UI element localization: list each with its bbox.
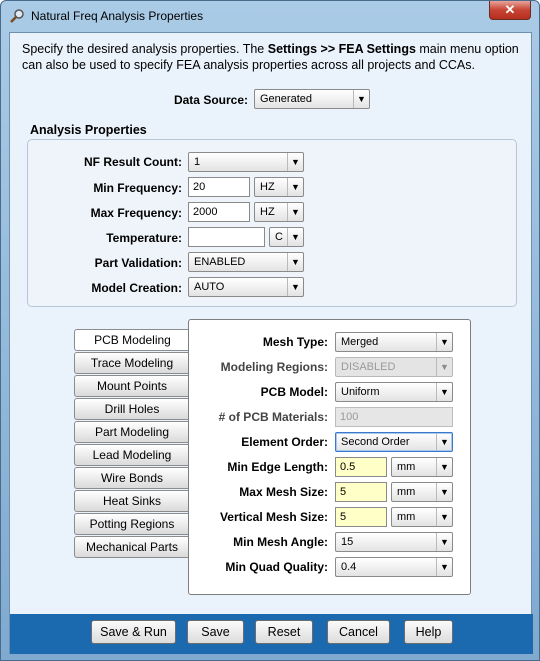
min-quad-quality-label: Min Quad Quality: — [225, 560, 328, 574]
reset-button[interactable]: Reset — [255, 620, 313, 644]
chevron-down-icon: ▼ — [287, 278, 303, 296]
part-validation-select[interactable]: ENABLED ▼ — [188, 252, 304, 272]
max-mesh-size-unit-select[interactable]: mm ▼ — [391, 482, 453, 502]
max-mesh-size-label: Max Mesh Size: — [239, 485, 328, 499]
chevron-down-icon: ▼ — [436, 358, 452, 376]
vertical-mesh-size-label: Vertical Mesh Size: — [219, 510, 328, 524]
min-mesh-angle-select[interactable]: 15 ▼ — [335, 532, 453, 552]
intro-text: Specify the desired analysis properties.… — [22, 42, 519, 72]
pcb-materials-label: # of PCB Materials: — [218, 410, 328, 424]
chevron-down-icon: ▼ — [436, 483, 452, 501]
save-button[interactable]: Save — [187, 620, 244, 644]
min-frequency-unit-select[interactable]: HZ ▼ — [254, 177, 304, 197]
close-button[interactable]: ✕ — [489, 1, 531, 20]
chevron-down-icon: ▼ — [436, 458, 452, 476]
analysis-properties-title: Analysis Properties — [30, 123, 147, 137]
tab-trace-modeling[interactable]: Trace Modeling — [74, 352, 189, 374]
chevron-down-icon: ▼ — [353, 90, 369, 108]
pcb-model-label: PCB Model: — [260, 385, 328, 399]
tab-lead-modeling[interactable]: Lead Modeling — [74, 444, 189, 466]
chevron-down-icon: ▼ — [287, 253, 303, 271]
cancel-button[interactable]: Cancel — [327, 620, 390, 644]
temperature-unit-select[interactable]: C ▼ — [269, 227, 304, 247]
tab-heat-sinks[interactable]: Heat Sinks — [74, 490, 189, 512]
chevron-down-icon: ▼ — [436, 558, 452, 576]
nf-result-count-label: NF Result Count: — [84, 155, 182, 169]
part-validation-label: Part Validation: — [94, 256, 182, 270]
window-title: Natural Freq Analysis Properties — [31, 9, 204, 23]
max-mesh-size-input[interactable]: 5 — [335, 482, 387, 502]
chevron-down-icon: ▼ — [436, 433, 452, 451]
vertical-mesh-size-input[interactable]: 5 — [335, 507, 387, 527]
mesh-type-label: Mesh Type: — [262, 335, 328, 349]
tab-mechanical-parts[interactable]: Mechanical Parts — [74, 536, 189, 558]
min-quad-quality-select[interactable]: 0.4 ▼ — [335, 557, 453, 577]
pcb-model-select[interactable]: Uniform ▼ — [335, 382, 453, 402]
chevron-down-icon: ▼ — [287, 203, 303, 221]
nf-result-count-select[interactable]: 1 ▼ — [188, 152, 304, 172]
chevron-down-icon: ▼ — [436, 508, 452, 526]
data-source-label: Data Source: — [173, 93, 248, 107]
model-creation-label: Model Creation: — [91, 281, 182, 295]
min-edge-length-label: Min Edge Length: — [227, 460, 328, 474]
settings-path: Settings >> FEA Settings — [267, 42, 416, 56]
min-frequency-label: Min Frequency: — [93, 181, 182, 195]
save-run-button[interactable]: Save & Run — [91, 620, 176, 644]
close-icon: ✕ — [504, 2, 516, 17]
min-frequency-input[interactable]: 20 — [188, 177, 250, 197]
modeling-regions-label: Modeling Regions: — [220, 360, 328, 374]
mesh-type-select[interactable]: Merged ▼ — [335, 332, 453, 352]
title-bar[interactable]: Natural Freq Analysis Properties ✕ — [1, 1, 539, 31]
tab-drill-holes[interactable]: Drill Holes — [74, 398, 189, 420]
chevron-down-icon: ▼ — [436, 333, 452, 351]
min-mesh-angle-label: Min Mesh Angle: — [233, 535, 328, 549]
temperature-label: Temperature: — [106, 231, 182, 245]
tab-part-modeling[interactable]: Part Modeling — [74, 421, 189, 443]
chevron-down-icon: ▼ — [287, 153, 303, 171]
min-edge-length-unit-select[interactable]: mm ▼ — [391, 457, 453, 477]
tab-pcb-modeling[interactable]: PCB Modeling — [74, 329, 190, 351]
pcb-materials-input[interactable]: 100 — [335, 407, 453, 427]
chevron-down-icon: ▼ — [287, 178, 303, 196]
magnifier-icon — [10, 9, 24, 23]
modeling-regions-select[interactable]: DISABLED ▼ — [335, 357, 453, 377]
chevron-down-icon: ▼ — [287, 228, 303, 246]
chevron-down-icon: ▼ — [436, 533, 452, 551]
element-order-select[interactable]: Second Order ▼ — [335, 432, 453, 452]
min-edge-length-input[interactable]: 0.5 — [335, 457, 387, 477]
model-creation-select[interactable]: AUTO ▼ — [188, 277, 304, 297]
max-frequency-unit-select[interactable]: HZ ▼ — [254, 202, 304, 222]
tab-mount-points[interactable]: Mount Points — [74, 375, 189, 397]
chevron-down-icon: ▼ — [436, 383, 452, 401]
temperature-input[interactable] — [188, 227, 265, 247]
help-button[interactable]: Help — [404, 620, 453, 644]
data-source-select[interactable]: Generated ▼ — [254, 89, 370, 109]
max-frequency-input[interactable]: 2000 — [188, 202, 250, 222]
max-frequency-label: Max Frequency: — [90, 206, 182, 220]
dialog-window: Natural Freq Analysis Properties ✕ Speci… — [0, 0, 540, 661]
dialog-body: Specify the desired analysis properties.… — [9, 32, 533, 654]
tab-wire-bonds[interactable]: Wire Bonds — [74, 467, 189, 489]
element-order-label: Element Order: — [241, 435, 328, 449]
tab-potting-regions[interactable]: Potting Regions — [74, 513, 189, 535]
vertical-mesh-size-unit-select[interactable]: mm ▼ — [391, 507, 453, 527]
